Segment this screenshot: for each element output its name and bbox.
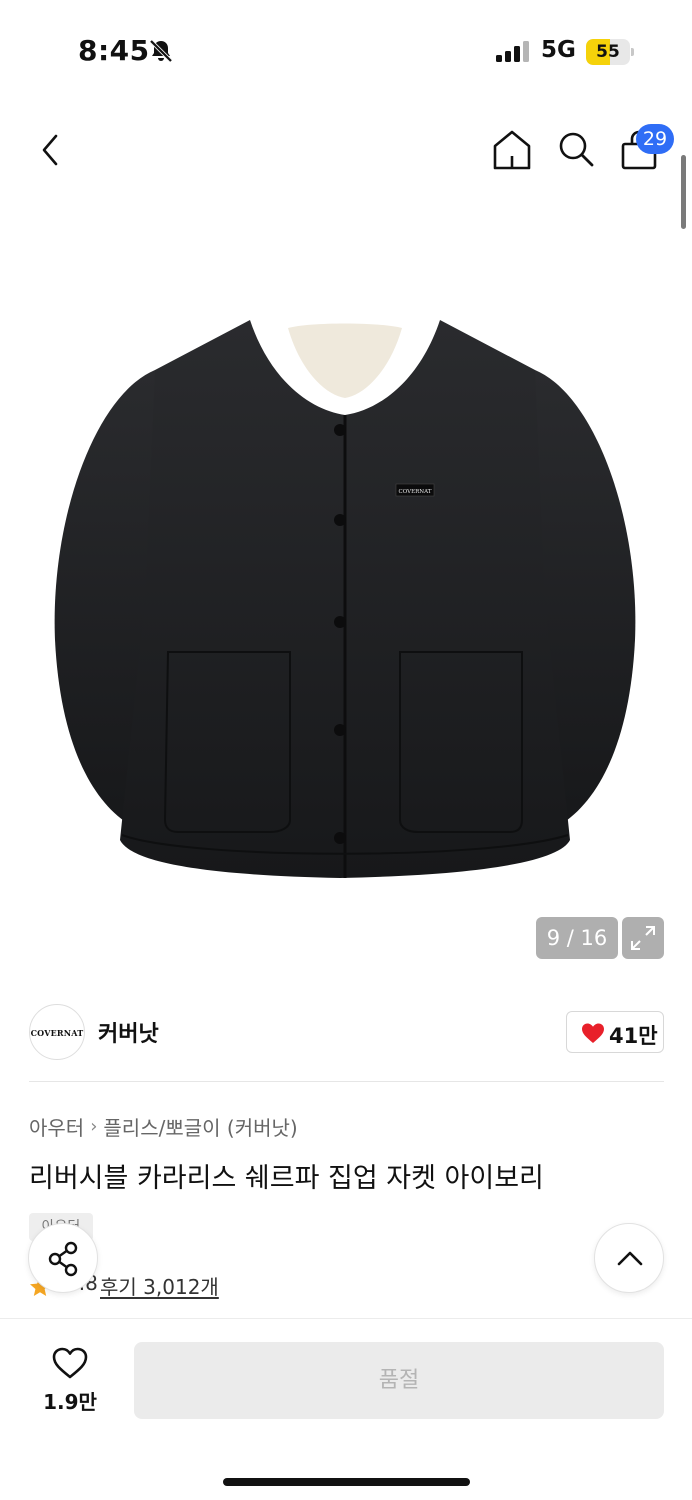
search-button[interactable] [554, 126, 598, 172]
image-counter: 9 / 16 [536, 917, 618, 959]
back-button[interactable] [30, 128, 70, 172]
divider [29, 1081, 664, 1082]
breadcrumb-category[interactable]: 아우터 [29, 1112, 84, 1141]
heart-filled-icon [582, 1023, 604, 1043]
wishlist-count: 1.9만 [43, 1390, 97, 1414]
product-title: 리버시블 카라리스 쉐르파 집업 자켓 아이보리 [29, 1163, 544, 1194]
brand-name[interactable]: 커버낫 [98, 1016, 159, 1048]
heart-outline-icon [52, 1347, 88, 1379]
signal-icon [496, 41, 529, 62]
share-icon [48, 1241, 78, 1277]
product-logo-text: COVERNAT [399, 489, 432, 495]
top-navigation [0, 120, 692, 180]
home-button[interactable] [490, 126, 534, 172]
status-bar: 8:45 5G 55 [0, 0, 692, 100]
battery-indicator: 55 [586, 39, 634, 65]
soldout-button[interactable]: 품절 [134, 1342, 664, 1419]
battery-percent: 55 [596, 42, 620, 62]
breadcrumb: 아우터 › 플리스/뽀글이 (커버낫) [29, 1112, 298, 1141]
scroll-top-button[interactable] [594, 1223, 664, 1293]
breadcrumb-subcategory[interactable]: 플리스/뽀글이 (커버낫) [103, 1112, 297, 1141]
status-time: 8:45 [78, 34, 150, 67]
home-icon [493, 130, 531, 170]
expand-button[interactable] [622, 917, 664, 959]
brand-logo[interactable]: COVERNAT [29, 1004, 85, 1060]
chevron-right-icon: › [90, 1116, 98, 1137]
chevron-up-icon [617, 1251, 643, 1266]
brand-logo-text: COVERNAT [30, 1028, 84, 1038]
share-button[interactable] [28, 1223, 98, 1293]
home-indicator [223, 1478, 470, 1486]
product-photo[interactable]: COVERNAT [50, 300, 640, 890]
review-count-link[interactable]: 후기 3,012개 [100, 1271, 219, 1300]
scroll-indicator [681, 155, 686, 229]
back-icon [42, 134, 58, 166]
wishlist-button[interactable]: 1.9만 [30, 1342, 110, 1422]
search-icon [559, 132, 594, 167]
bell-slash-icon [149, 39, 173, 63]
brand-like-count: 41만 [609, 1024, 658, 1048]
expand-icon [631, 926, 655, 950]
brand-like-button[interactable]: 41만 [566, 1011, 664, 1053]
cart-count-badge: 29 [636, 124, 674, 154]
network-label: 5G [541, 37, 576, 63]
